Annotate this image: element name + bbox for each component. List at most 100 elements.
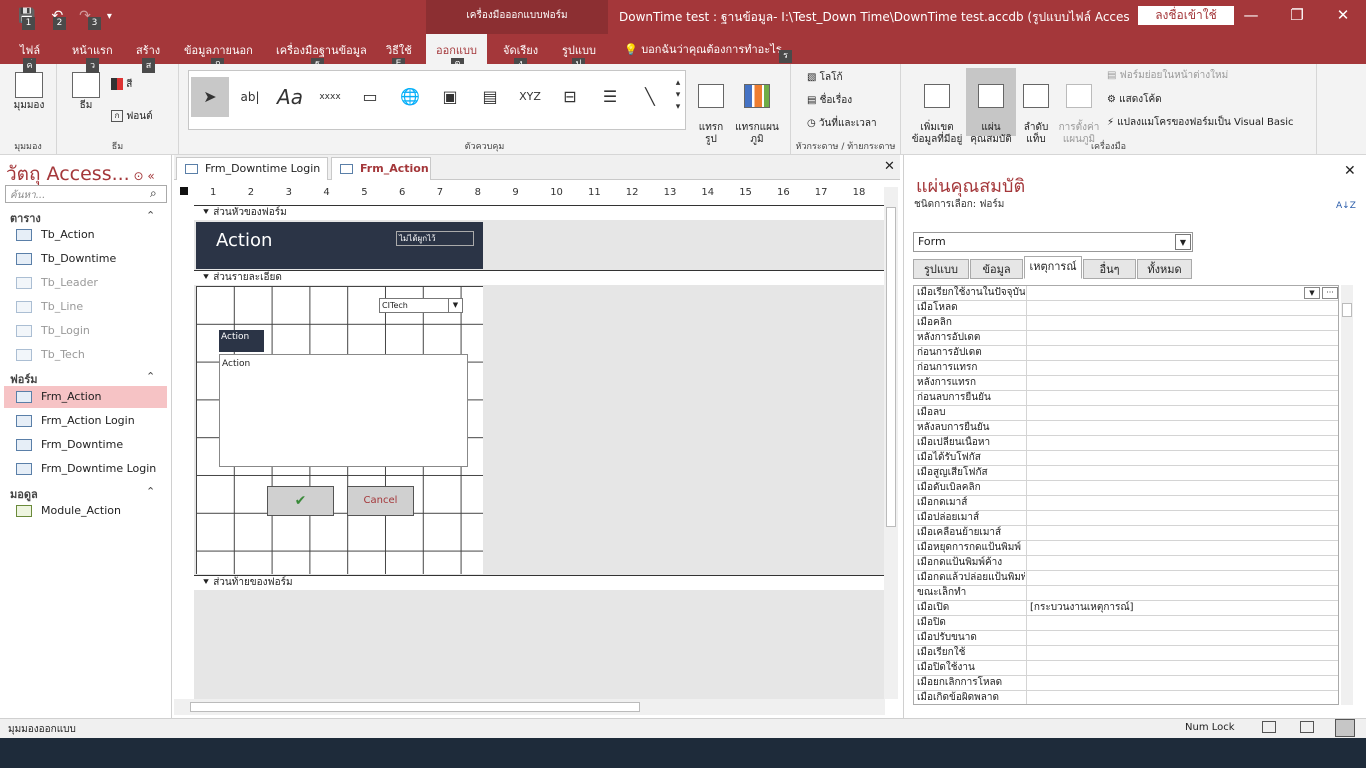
line-control-icon[interactable]: ╲ [631,77,669,117]
prop-tab-event[interactable]: เหตุการณ์ [1024,256,1082,279]
nav-menu-icon[interactable]: ⊙ « [130,169,155,183]
tab-format[interactable]: รูปแบบ [562,41,596,59]
property-sheet-button[interactable]: แผ่น คุณสมบัติ [966,68,1016,145]
logo-button[interactable]: ▧ โลโก้ [807,72,843,84]
property-row[interactable]: เมื่อเรียกใช้งานในปัจจุบัน ▼ ··· [914,286,1338,301]
tab-create[interactable]: สร้าง [136,41,160,59]
tab-database-tools[interactable]: เครื่องมือฐานข้อมูล [276,41,367,59]
tab-external-data[interactable]: ข้อมูลภายนอก [184,41,253,59]
collapse-icon[interactable]: ⌃ [146,485,155,498]
property-value[interactable] [1026,391,1336,406]
ok-button[interactable]: ✔ [267,486,334,516]
property-value[interactable] [1026,571,1336,586]
object-selector[interactable]: Form ▼ [913,232,1193,252]
close-doc-icon[interactable]: ✕ [884,159,895,174]
property-row[interactable]: เมื่อเรียกใช้ [914,646,1338,661]
property-value[interactable] [1026,346,1336,361]
fonts-button[interactable]: ก ฟอนต์ [111,110,153,123]
page-break-control-icon[interactable]: ⊟ [551,77,589,117]
property-value[interactable] [1026,541,1336,556]
property-row[interactable]: เมื่อยกเลิกการโหลด [914,676,1338,691]
themes-button[interactable]: ธีม [69,72,103,112]
combo-box-control-icon[interactable]: ☰ [591,77,629,117]
select-pointer-icon[interactable]: ➤ [191,77,229,117]
tab-control-icon[interactable]: ▭ [351,77,389,117]
form-selector[interactable] [180,187,188,195]
prop-tab-data[interactable]: ข้อมูล [970,259,1023,279]
property-value[interactable] [1026,436,1336,451]
textbox-control-icon[interactable]: ab| [231,77,269,117]
tab-order-button[interactable]: ลำดับ แท็บ [1019,72,1053,146]
scroll-thumb[interactable] [190,702,640,712]
property-value[interactable] [1026,511,1336,526]
nav-item-tb-login[interactable]: Tb_Login [4,320,167,342]
horizontal-scrollbar[interactable] [174,699,885,715]
subform-button[interactable]: ▤ ฟอร์มย่อยในหน้าต่างใหม่ [1107,70,1228,82]
action-label[interactable]: Action [219,330,264,352]
hyperlink-control-icon[interactable]: 🌐 [391,77,429,117]
builder-icon[interactable]: ··· [1322,287,1338,299]
property-row[interactable]: เมื่อเคลื่อนย้ายเมาส์ [914,526,1338,541]
prop-tab-format[interactable]: รูปแบบ [913,259,969,279]
property-value[interactable] [1026,631,1336,646]
property-value[interactable] [1026,331,1336,346]
chart-settings-button[interactable]: การตั้งค่า แผนภูมิ [1057,72,1101,146]
property-row[interactable]: เมื่อปิดใช้งาน [914,661,1338,676]
button-control-icon[interactable]: xxxx [311,77,349,117]
sort-icon[interactable]: A↓Z [1336,201,1356,211]
property-value[interactable] [1026,616,1336,631]
unbound-textbox[interactable]: ไม่ได้ผูกไว้ [396,231,474,246]
scroll-thumb[interactable] [1342,303,1352,317]
convert-macros-button[interactable]: ⚡ แปลงแมโครของฟอร์มเป็น Visual Basic [1107,117,1294,129]
property-value[interactable] [1026,526,1336,541]
nav-item-frm-action[interactable]: Frm_Action [4,386,167,408]
property-value[interactable] [1026,286,1336,301]
sign-in-button[interactable]: ลงชื่อเข้าใช้ [1138,6,1234,25]
property-row[interactable]: เมื่อปิด [914,616,1338,631]
insert-image-button[interactable]: แทรก รูป [691,72,731,146]
nav-item-tb-action[interactable]: Tb_Action [4,224,167,246]
property-value[interactable] [1026,691,1336,704]
header-title-label[interactable]: Action [216,230,272,251]
layout-view-icon[interactable] [1300,721,1314,733]
property-value[interactable] [1026,301,1336,316]
property-value[interactable] [1026,316,1336,331]
property-row[interactable]: เมื่อเกิดข้อผิดพลาด [914,691,1338,704]
vertical-scrollbar[interactable] [884,187,898,699]
property-row[interactable]: เมื่อได้รับโฟกัส [914,451,1338,466]
property-row[interactable]: เมื่อดับเบิลคลิก [914,481,1338,496]
tab-file[interactable]: ไฟล์ [20,41,40,59]
nav-search-input[interactable]: ค้นหา... [5,185,167,203]
property-row[interactable]: เมื่อเปิด [กระบวนงานเหตุการณ์] [914,601,1338,616]
navigation-control-icon[interactable]: ▤ [471,77,509,117]
tab-home[interactable]: หน้าแรก [72,41,113,59]
customize-qat-icon[interactable]: ▾ [107,8,112,24]
property-row[interactable]: หลังลบการยืนยัน [914,421,1338,436]
prop-tab-other[interactable]: อื่นๆ [1083,259,1136,279]
property-row[interactable]: เมื่อโหลด [914,301,1338,316]
doc-tab-frm-action[interactable]: Frm_Action [331,157,431,180]
colors-button[interactable]: สี [111,78,132,91]
property-value[interactable] [1026,406,1336,421]
tab-help[interactable]: วิธีใช้ [386,41,412,59]
property-row[interactable]: เมื่อคลิก [914,316,1338,331]
design-view-icon[interactable] [1335,719,1355,737]
nav-item-tb-leader[interactable]: Tb_Leader [4,272,167,294]
property-row[interactable]: เมื่อเปลี่ยนเนื้อหา [914,436,1338,451]
scroll-thumb[interactable] [886,207,896,527]
close-button[interactable]: ✕ [1331,6,1355,24]
view-code-button[interactable]: ⚙ แสดงโค้ด [1107,94,1162,106]
tech-combobox[interactable]: CITech ▼ [379,298,463,313]
property-row[interactable]: ขณะเล็กทำ [914,586,1338,601]
nav-item-frm-downtime-login[interactable]: Frm_Downtime Login [4,458,167,480]
title-button[interactable]: ▤ ชื่อเรื่อง [807,95,852,107]
property-row[interactable]: หลังการแทรก [914,376,1338,391]
property-value[interactable] [1026,586,1336,601]
property-value[interactable] [1026,556,1336,571]
property-row[interactable]: เมื่อกดแล้วปล่อยแป้นพิมพ์ [914,571,1338,586]
web-browser-control-icon[interactable]: ▣ [431,77,469,117]
nav-item-tb-downtime[interactable]: Tb_Downtime [4,248,167,270]
gallery-more-icon[interactable]: ▴ ▾ ▾ [671,77,685,117]
property-row[interactable]: ก่อนการอัปเดต [914,346,1338,361]
date-time-button[interactable]: ◷ วันที่และเวลา [807,118,877,130]
